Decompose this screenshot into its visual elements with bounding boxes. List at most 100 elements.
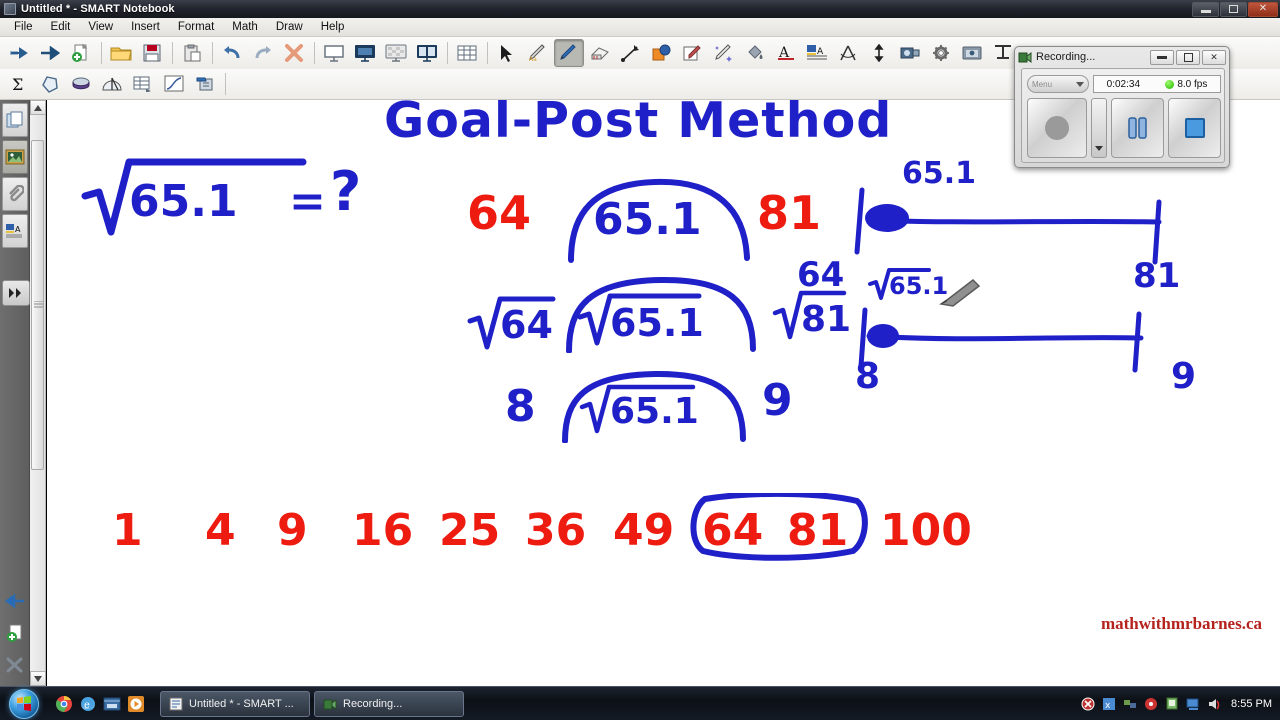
move-tool[interactable]: [864, 39, 894, 67]
fill-tool[interactable]: [740, 39, 770, 67]
menu-format[interactable]: Format: [169, 19, 223, 35]
graph-button[interactable]: [159, 70, 189, 98]
circled-squares-highlight: [690, 493, 868, 561]
paste-button[interactable]: [177, 39, 207, 67]
creative-pen-tool[interactable]: Aa: [523, 39, 553, 67]
internet-explorer-icon[interactable]: e: [78, 694, 98, 714]
page-sorter-tab[interactable]: [1, 103, 28, 137]
square-16: 16: [352, 505, 414, 556]
tray-security-icon[interactable]: [1080, 696, 1096, 712]
record-button[interactable]: [1027, 98, 1088, 158]
window-controls: ✕: [1191, 1, 1280, 17]
text-tool[interactable]: A: [771, 39, 801, 67]
menu-insert[interactable]: Insert: [122, 19, 169, 35]
record-options-button[interactable]: [1091, 98, 1108, 158]
media-player-icon[interactable]: [126, 694, 146, 714]
recorder-restore-button[interactable]: [1176, 49, 1200, 65]
chrome-icon[interactable]: [54, 694, 74, 714]
stop-button[interactable]: [1168, 98, 1221, 158]
measurement-tool[interactable]: [833, 39, 863, 67]
tray-antivirus-icon[interactable]: x: [1101, 696, 1117, 712]
menu-help[interactable]: Help: [312, 19, 354, 35]
pause-button[interactable]: [1111, 98, 1165, 158]
close-button[interactable]: ✕: [1248, 1, 1278, 17]
add-page-button[interactable]: [66, 39, 96, 67]
shape-pen-tool[interactable]: [678, 39, 708, 67]
add-page-dock-button[interactable]: [2, 618, 28, 648]
tray-smart-board-icon[interactable]: [1164, 696, 1180, 712]
attachments-tab[interactable]: [1, 177, 28, 211]
protractor-button[interactable]: [97, 70, 127, 98]
shapes-tool[interactable]: [647, 39, 677, 67]
properties-tab[interactable]: A: [1, 214, 28, 248]
settings-tool[interactable]: [926, 39, 956, 67]
pen-tool[interactable]: [554, 39, 584, 67]
clear-page-button[interactable]: [2, 650, 28, 680]
windows-explorer-icon[interactable]: [102, 694, 122, 714]
insert-table-button[interactable]: [452, 39, 482, 67]
capture-tool[interactable]: [895, 39, 925, 67]
scroll-up-button[interactable]: [30, 100, 46, 115]
page-scrollbar[interactable]: [30, 100, 46, 686]
expand-panel-button[interactable]: [2, 280, 30, 306]
delete-button[interactable]: [279, 39, 309, 67]
separator: [101, 42, 102, 64]
recorder-source-select[interactable]: Menu: [1027, 75, 1089, 93]
shape-3d-button[interactable]: [66, 70, 96, 98]
notebook-icon: [4, 3, 16, 15]
dual-page-button[interactable]: [412, 39, 442, 67]
open-button[interactable]: [106, 39, 136, 67]
redo-button[interactable]: [248, 39, 278, 67]
stylus-cursor-icon: [939, 279, 981, 307]
eraser-tool[interactable]: [585, 39, 615, 67]
start-button[interactable]: [2, 688, 46, 720]
recorder-close-button[interactable]: ✕: [1202, 49, 1226, 65]
undo-button[interactable]: [217, 39, 247, 67]
math-equation-button[interactable]: Σ: [4, 70, 34, 98]
separator: [314, 42, 315, 64]
transparent-background-button[interactable]: [381, 39, 411, 67]
properties-tool[interactable]: A: [802, 39, 832, 67]
menu-draw[interactable]: Draw: [267, 19, 312, 35]
recorder-window[interactable]: Recording... ✕ Menu 0:02:34 8.0 fps: [1014, 46, 1230, 168]
recording-status-indicator: [1165, 79, 1175, 89]
restore-button[interactable]: [1220, 1, 1247, 17]
previous-page-button[interactable]: [4, 39, 34, 67]
recorder-minimize-button[interactable]: [1150, 49, 1174, 65]
previous-page-arrow[interactable]: [2, 586, 28, 616]
menu-math[interactable]: Math: [223, 19, 267, 35]
tray-disc-icon[interactable]: [1143, 696, 1159, 712]
minimize-button[interactable]: [1192, 1, 1219, 17]
scrollbar-thumb[interactable]: [31, 140, 44, 470]
tray-network-icon[interactable]: [1185, 696, 1201, 712]
menu-view[interactable]: View: [79, 19, 122, 35]
menu-file[interactable]: File: [5, 19, 42, 35]
svg-text:A: A: [15, 225, 21, 234]
tray-volume-icon[interactable]: [1206, 696, 1222, 712]
square-25: 25: [439, 505, 501, 556]
menu-edit[interactable]: Edit: [42, 19, 80, 35]
line-tool[interactable]: [616, 39, 646, 67]
screen-shade-button[interactable]: [350, 39, 380, 67]
scroll-down-button[interactable]: [30, 671, 46, 686]
save-button[interactable]: [137, 39, 167, 67]
tray-network-tool-icon[interactable]: [1122, 696, 1138, 712]
gallery-tab[interactable]: [1, 140, 28, 174]
magic-pen-tool[interactable]: [709, 39, 739, 67]
taskbar-smart-notebook[interactable]: Untitled * - SMART ...: [160, 690, 310, 717]
recorder-title-bar[interactable]: Recording... ✕: [1015, 47, 1229, 67]
row1-left-value: 64: [467, 186, 532, 240]
square-4: 4: [205, 505, 236, 556]
irregular-polygon-button[interactable]: [35, 70, 65, 98]
notebook-canvas[interactable]: Goal-Post Method √65.1 65.1 = ? 64 65.1 …: [47, 100, 1280, 686]
activity-builder-button[interactable]: [190, 70, 220, 98]
select-tool[interactable]: [492, 39, 522, 67]
full-screen-button[interactable]: [319, 39, 349, 67]
document-camera-tool[interactable]: [957, 39, 987, 67]
table-edit-button[interactable]: [128, 70, 158, 98]
row3-center-text: 65.1: [610, 391, 699, 432]
taskbar-recording[interactable]: Recording...: [314, 690, 464, 717]
taskbar-clock[interactable]: 8:55 PM: [1231, 698, 1272, 710]
next-page-button[interactable]: [35, 39, 65, 67]
window-title-bar[interactable]: Untitled * - SMART Notebook ✕: [0, 0, 1280, 18]
